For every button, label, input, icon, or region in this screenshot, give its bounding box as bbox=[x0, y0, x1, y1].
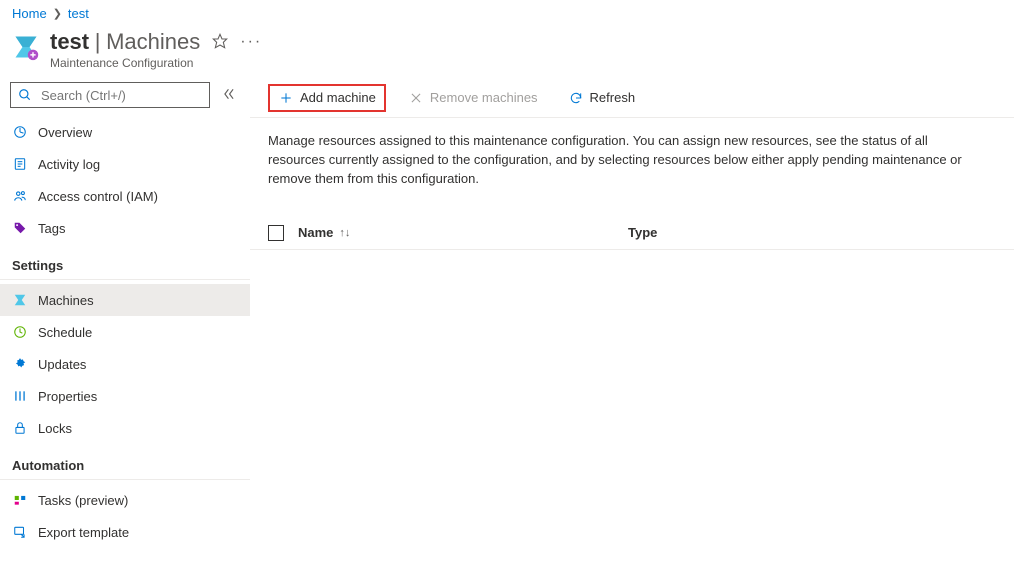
column-label: Name bbox=[298, 225, 333, 240]
activity-log-icon bbox=[12, 156, 28, 172]
sidebar-item-machines[interactable]: Machines bbox=[0, 284, 250, 316]
button-label: Remove machines bbox=[430, 90, 538, 105]
breadcrumb-current[interactable]: test bbox=[68, 6, 89, 21]
title-separator: | bbox=[95, 29, 101, 54]
sidebar-item-tasks[interactable]: Tasks (preview) bbox=[0, 484, 250, 516]
sidebar-search[interactable] bbox=[10, 82, 210, 108]
machines-icon bbox=[12, 292, 28, 308]
sidebar-item-label: Access control (IAM) bbox=[38, 189, 158, 204]
column-header-type[interactable]: Type bbox=[628, 225, 1014, 240]
sidebar-item-export-template[interactable]: Export template bbox=[0, 516, 250, 548]
overview-icon bbox=[12, 124, 28, 140]
sort-icon: ↑↓ bbox=[339, 227, 350, 239]
tag-icon bbox=[12, 220, 28, 236]
sidebar-group-automation: Automation bbox=[0, 444, 250, 480]
sidebar-item-label: Schedule bbox=[38, 325, 92, 340]
description-text: Manage resources assigned to this mainte… bbox=[250, 118, 990, 189]
sidebar-item-iam[interactable]: Access control (IAM) bbox=[0, 180, 250, 212]
sidebar-item-label: Overview bbox=[38, 125, 92, 140]
search-icon bbox=[17, 87, 33, 103]
remove-machines-button[interactable]: Remove machines bbox=[400, 84, 546, 112]
search-input[interactable] bbox=[39, 87, 203, 104]
button-label: Refresh bbox=[590, 90, 636, 105]
sidebar-item-tags[interactable]: Tags bbox=[0, 212, 250, 244]
page-title: test | Machines bbox=[50, 29, 200, 55]
sidebar-item-overview[interactable]: Overview bbox=[0, 116, 250, 148]
breadcrumb-home[interactable]: Home bbox=[12, 6, 47, 21]
properties-icon bbox=[12, 388, 28, 404]
plus-icon bbox=[278, 90, 294, 106]
refresh-icon bbox=[568, 90, 584, 106]
people-icon bbox=[12, 188, 28, 204]
sidebar-item-label: Locks bbox=[38, 421, 72, 436]
add-machine-button[interactable]: Add machine bbox=[268, 84, 386, 112]
sidebar-item-label: Export template bbox=[38, 525, 129, 540]
table-header: Name ↑↓ Type bbox=[250, 217, 1014, 250]
sidebar-item-label: Updates bbox=[38, 357, 86, 372]
more-ellipsis-icon[interactable]: ··· bbox=[240, 33, 262, 51]
x-icon bbox=[408, 90, 424, 106]
resource-icon bbox=[12, 33, 40, 61]
sidebar-item-schedule[interactable]: Schedule bbox=[0, 316, 250, 348]
column-header-name[interactable]: Name ↑↓ bbox=[298, 225, 628, 240]
tasks-icon bbox=[12, 492, 28, 508]
select-all-checkbox[interactable] bbox=[268, 225, 284, 241]
resource-type-subtitle: Maintenance Configuration bbox=[50, 56, 262, 70]
sidebar-group-settings: Settings bbox=[0, 244, 250, 280]
lock-icon bbox=[12, 420, 28, 436]
button-label: Add machine bbox=[300, 90, 376, 105]
column-label: Type bbox=[628, 225, 657, 240]
sidebar-item-locks[interactable]: Locks bbox=[0, 412, 250, 444]
sidebar-item-activity-log[interactable]: Activity log bbox=[0, 148, 250, 180]
gear-icon bbox=[12, 356, 28, 372]
sidebar-item-label: Properties bbox=[38, 389, 97, 404]
collapse-sidebar-icon[interactable] bbox=[218, 83, 240, 108]
refresh-button[interactable]: Refresh bbox=[560, 84, 644, 112]
clock-icon bbox=[12, 324, 28, 340]
main-content: Add machine Remove machines Refresh Mana… bbox=[250, 78, 1014, 548]
sidebar-item-label: Tags bbox=[38, 221, 65, 236]
sidebar-item-updates[interactable]: Updates bbox=[0, 348, 250, 380]
sidebar-item-label: Tasks (preview) bbox=[38, 493, 128, 508]
resource-name: test bbox=[50, 29, 89, 54]
chevron-right-icon: ❯ bbox=[53, 7, 62, 20]
breadcrumb: Home ❯ test bbox=[0, 0, 1014, 21]
favorite-star-icon[interactable] bbox=[212, 33, 228, 52]
page-header: test | Machines ··· Maintenance Configur… bbox=[0, 21, 1014, 78]
export-template-icon bbox=[12, 524, 28, 540]
command-bar: Add machine Remove machines Refresh bbox=[250, 78, 1014, 118]
blade-title: Machines bbox=[106, 29, 200, 54]
sidebar-item-properties[interactable]: Properties bbox=[0, 380, 250, 412]
sidebar: Overview Activity log Access control (IA… bbox=[0, 78, 250, 548]
sidebar-item-label: Machines bbox=[38, 293, 94, 308]
sidebar-item-label: Activity log bbox=[38, 157, 100, 172]
